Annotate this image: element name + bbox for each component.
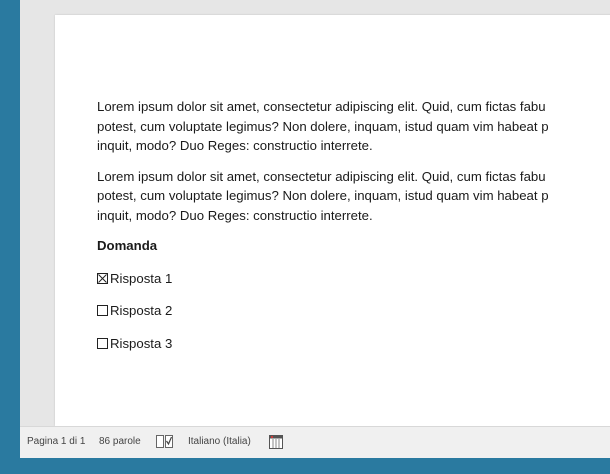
answer-item-3[interactable]: Risposta 3	[97, 334, 610, 354]
paragraph-1-line-3: inquit, modo? Duo Reges: constructio int…	[97, 138, 373, 153]
answer-label-2: Risposta 2	[110, 303, 173, 318]
paragraph-1-line-2: potest, cum voluptate legimus? Non doler…	[97, 118, 549, 134]
word-count[interactable]: 86 parole	[99, 436, 141, 447]
page-info[interactable]: Pagina 1 di 1	[27, 436, 85, 447]
status-bar: Pagina 1 di 1 86 parole Italiano (Italia…	[20, 426, 610, 458]
spellcheck-icon[interactable]	[156, 435, 174, 452]
answer-item-2[interactable]: Risposta 2	[97, 301, 610, 321]
answer-item-1[interactable]: Risposta 1	[97, 269, 610, 289]
checkbox-unchecked-icon[interactable]	[97, 305, 108, 317]
paragraph-2-line-3: inquit, modo? Duo Reges: constructio int…	[97, 207, 373, 223]
answer-label-3: Risposta 3	[110, 335, 173, 351]
paragraph-2: Lorem ipsum dolor sit amet, consectetur …	[97, 167, 610, 226]
paragraph-1: Lorem ipsum dolor sit amet, consectetur …	[97, 97, 610, 156]
checkbox-unchecked-icon[interactable]	[97, 337, 108, 349]
question-heading: Domanda	[97, 238, 158, 253]
paragraph-1-line-1: Lorem ipsum dolor sit amet, consectetur …	[97, 99, 546, 114]
word-window: Lorem ipsum dolor sit amet, consectetur …	[20, 0, 610, 458]
language-indicator[interactable]: Italiano (Italia)	[188, 436, 251, 447]
window-bottom-edge	[20, 458, 610, 474]
macro-record-icon[interactable]	[269, 435, 283, 452]
checkbox-checked-icon[interactable]	[97, 272, 108, 284]
answer-label-1: Risposta 1	[110, 270, 173, 286]
paragraph-2-line-2: potest, cum voluptate legimus? Non doler…	[97, 188, 549, 203]
document-body[interactable]: Lorem ipsum dolor sit amet, consectetur …	[97, 97, 610, 366]
paragraph-2-line-1: Lorem ipsum dolor sit amet, consectetur …	[97, 168, 546, 184]
